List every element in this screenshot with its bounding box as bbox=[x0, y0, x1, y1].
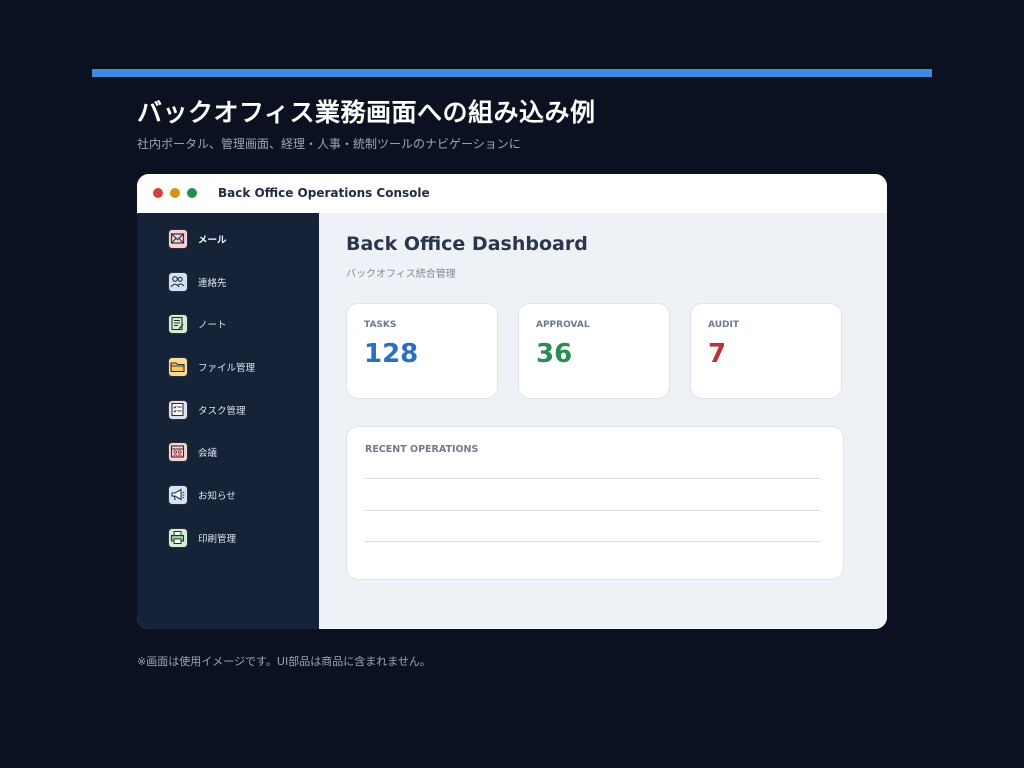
operation-row-divider bbox=[365, 510, 820, 511]
printer-icon bbox=[168, 528, 188, 548]
sidebar-item-label: 会議 bbox=[198, 448, 218, 459]
recent-operations-title: RECENT OPERATIONS bbox=[365, 444, 479, 455]
task-checklist-icon bbox=[168, 400, 188, 420]
sidebar-item-label: お知らせ bbox=[198, 491, 236, 502]
stat-card-audit[interactable]: AUDIT 7 bbox=[690, 303, 842, 399]
app-window: Back Office Operations Console メール 連絡先 ノ… bbox=[137, 174, 887, 629]
operation-row-divider bbox=[365, 478, 820, 479]
dashboard-subtitle: バックオフィス統合管理 bbox=[346, 269, 456, 280]
sidebar: メール 連絡先 ノート ファイル管理 タスク管理 会議 お知らせ 印刷管理 bbox=[137, 213, 319, 629]
stat-card-approval[interactable]: APPROVAL 36 bbox=[518, 303, 670, 399]
folder-icon bbox=[168, 357, 188, 377]
note-icon bbox=[168, 314, 188, 334]
mail-icon bbox=[168, 229, 188, 249]
maximize-dot[interactable] bbox=[187, 188, 197, 198]
sidebar-item-announcements[interactable]: お知らせ bbox=[168, 483, 308, 507]
megaphone-icon bbox=[168, 485, 188, 505]
operation-row-divider bbox=[365, 541, 820, 542]
stat-card-tasks[interactable]: TASKS 128 bbox=[346, 303, 498, 399]
sidebar-item-mail[interactable]: メール bbox=[168, 227, 308, 251]
recent-operations-panel: RECENT OPERATIONS bbox=[346, 426, 844, 580]
sidebar-item-contacts[interactable]: 連絡先 bbox=[168, 270, 308, 294]
usage-disclaimer: ※画面は使用イメージです。UI部品は商品に含まれません。 bbox=[137, 655, 431, 668]
page-subline: 社内ポータル、管理画面、経理・人事・統制ツールのナビゲーションに bbox=[137, 137, 521, 151]
window-titlebar: Back Office Operations Console bbox=[137, 174, 887, 213]
sidebar-item-file-management[interactable]: ファイル管理 bbox=[168, 355, 308, 379]
sidebar-item-meeting[interactable]: 会議 bbox=[168, 440, 308, 464]
meeting-icon bbox=[168, 442, 188, 462]
stat-value: 7 bbox=[708, 339, 727, 369]
sidebar-item-label: 連絡先 bbox=[198, 278, 227, 289]
stat-label: APPROVAL bbox=[536, 320, 590, 330]
close-dot[interactable] bbox=[153, 188, 163, 198]
window-title: Back Office Operations Console bbox=[218, 186, 430, 200]
contacts-icon bbox=[168, 272, 188, 292]
dashboard-main: Back Office Dashboard バックオフィス統合管理 TASKS … bbox=[319, 213, 887, 629]
minimize-dot[interactable] bbox=[170, 188, 180, 198]
sidebar-item-label: タスク管理 bbox=[198, 406, 246, 417]
stat-label: TASKS bbox=[364, 320, 397, 330]
sidebar-item-label: メール bbox=[198, 235, 227, 246]
sidebar-item-task-management[interactable]: タスク管理 bbox=[168, 398, 308, 422]
sidebar-item-label: ノート bbox=[198, 320, 227, 331]
accent-bar bbox=[92, 69, 932, 77]
stat-label: AUDIT bbox=[708, 320, 739, 330]
sidebar-item-label: ファイル管理 bbox=[198, 363, 256, 374]
sidebar-item-notes[interactable]: ノート bbox=[168, 312, 308, 336]
sidebar-item-label: 印刷管理 bbox=[198, 534, 237, 545]
dashboard-title: Back Office Dashboard bbox=[346, 233, 588, 255]
stat-value: 128 bbox=[364, 339, 419, 369]
page-headline: バックオフィス業務画面への組み込み例 bbox=[137, 98, 596, 127]
sidebar-item-print-management[interactable]: 印刷管理 bbox=[168, 526, 308, 550]
stat-value: 36 bbox=[536, 339, 573, 369]
